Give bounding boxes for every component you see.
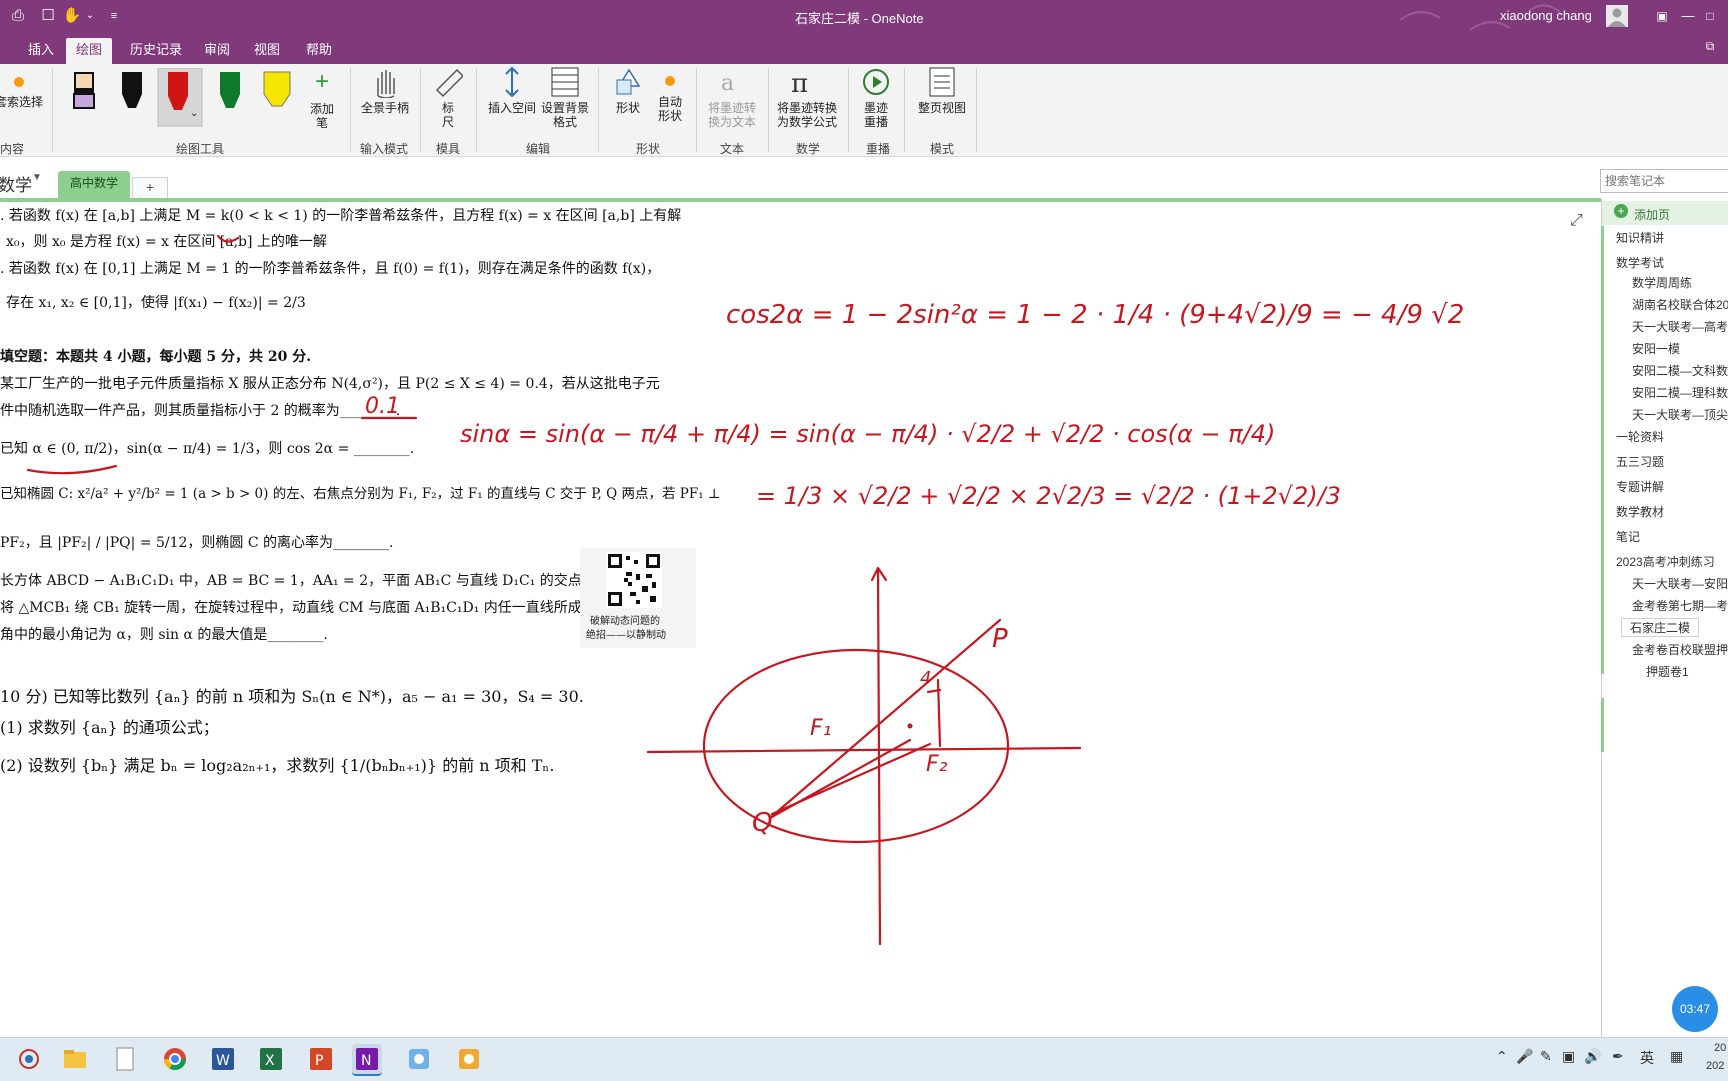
page-item[interactable]: 天一大联考—高考 — [1632, 318, 1728, 335]
page-item[interactable]: 数学教材 — [1616, 503, 1664, 520]
page-item[interactable]: 一轮资料 — [1616, 428, 1664, 445]
page-item[interactable]: 金考卷第七期—考 — [1632, 597, 1728, 614]
pane-rail — [1601, 698, 1604, 752]
page-item[interactable]: 五三习题 — [1616, 453, 1664, 470]
page-item[interactable]: 安阳一模 — [1632, 340, 1680, 357]
volume-icon[interactable]: 🔊 — [1584, 1048, 1601, 1065]
page-item[interactable]: 安阳二模—理科数 — [1632, 384, 1728, 401]
network-icon[interactable]: ▣ — [1562, 1048, 1575, 1065]
tray-chevron-icon[interactable]: ⌃ — [1496, 1048, 1508, 1065]
powerpoint-icon[interactable]: P — [306, 1044, 336, 1074]
page-item[interactable]: 知识精讲 — [1616, 229, 1664, 246]
ink-label-f2: F₂ — [926, 752, 948, 777]
add-page-button[interactable]: + 添加页 — [1602, 201, 1728, 225]
page-item[interactable]: 天一大联考—安阳 — [1632, 575, 1728, 592]
ink-answer: 0.1 — [365, 394, 400, 419]
tray-app-icon[interactable]: ✎ — [1540, 1048, 1552, 1065]
search-input[interactable] — [1601, 170, 1727, 192]
excel-icon[interactable]: X — [256, 1044, 286, 1074]
chrome-icon[interactable] — [160, 1044, 190, 1074]
page-item[interactable]: 湖南名校联合体20 — [1632, 296, 1728, 313]
tool-app-icon[interactable] — [404, 1044, 434, 1074]
taskbar: W X P N ⌃ 🎤 ✎ ▣ 🔊 ✒ 英 ▦ 20 202 — [0, 1037, 1728, 1081]
ink-x-axis — [646, 746, 1082, 754]
restore-icon[interactable]: ⧉ — [1700, 36, 1720, 56]
page-list-pane: + 添加页 知识精讲数学考试数学周周练湖南名校联合体20 天一大联考—高考 安阳一模… — [1601, 199, 1728, 1037]
onenote-icon[interactable]: N — [352, 1044, 382, 1076]
ink-center-dot — [907, 723, 913, 729]
pen-tray-icon[interactable]: ✒ — [1612, 1048, 1624, 1065]
ink-label-4: 4 — [920, 668, 932, 689]
page-item[interactable]: 笔记 — [1616, 528, 1640, 545]
notepad-icon[interactable] — [110, 1044, 140, 1074]
page-item[interactable]: 安阳二模—文科数 — [1632, 362, 1728, 379]
page-item[interactable]: 2023高考冲刺练习 — [1616, 553, 1715, 570]
svg-text:X: X — [265, 1053, 275, 1069]
add-page-label: 添加页 — [1634, 208, 1671, 222]
word-icon[interactable]: W — [208, 1044, 238, 1074]
pane-rail — [1601, 226, 1604, 674]
add-page-icon: + — [1614, 204, 1628, 218]
ime-language[interactable]: 英 — [1640, 1048, 1654, 1068]
ink-layer — [26, 234, 1082, 946]
timer-badge[interactable]: 03:47 — [1672, 986, 1718, 1032]
ribbon-display-icon[interactable]: ▣ — [1652, 6, 1672, 26]
page-item[interactable]: 押题卷1 — [1646, 663, 1689, 680]
svg-text:W: W — [216, 1053, 230, 1069]
page-item[interactable]: 金考卷百校联盟押 — [1632, 641, 1728, 658]
start-app-icon[interactable] — [14, 1044, 44, 1074]
ink-label-q: Q — [752, 808, 773, 838]
svg-text:N: N — [361, 1053, 371, 1069]
search-notebook[interactable] — [1600, 169, 1728, 193]
ink-equation-1: cos2α = 1 − 2sin²α = 1 − 2 · 1/4 · (9+4√… — [726, 300, 1465, 330]
page-item[interactable]: 天一大联考—顶尖 — [1632, 406, 1728, 423]
microphone-icon[interactable]: 🎤 — [1516, 1048, 1533, 1065]
paint-app-icon[interactable] — [454, 1044, 484, 1074]
ink-equation-2: sinα = sin(α − π/4 + π/4) = sin(α − π/4)… — [460, 420, 1276, 448]
ink-line-qf2b — [770, 742, 932, 816]
clock-date: 202 — [1706, 1060, 1725, 1072]
ink-ellipse — [702, 648, 1010, 844]
ink-label-p: P — [992, 624, 1008, 654]
file-explorer-icon[interactable] — [60, 1044, 90, 1074]
page-item[interactable]: 数学周周练 — [1632, 274, 1692, 291]
ink-label-f1: F₁ — [810, 716, 832, 741]
avatar[interactable] — [1606, 5, 1628, 27]
clock-time: 20 — [1714, 1042, 1727, 1054]
page-item[interactable]: 数学考试 — [1616, 254, 1664, 271]
ink-mark — [216, 234, 240, 243]
ink-underline — [26, 464, 118, 475]
page-item[interactable]: 专题讲解 — [1616, 478, 1664, 495]
ink-line-qp — [768, 618, 1002, 820]
ime-mode-icon[interactable]: ▦ — [1670, 1048, 1683, 1065]
maximize-icon[interactable]: □ — [1700, 6, 1720, 26]
page-item[interactable]: 石家庄二模 — [1620, 618, 1700, 637]
minimize-icon[interactable]: — — [1678, 6, 1698, 26]
svg-text:P: P — [315, 1053, 323, 1069]
ink-equation-3: = 1/3 × √2/2 + √2/2 × 2√2/3 = √2/2 · (1+… — [756, 482, 1341, 510]
